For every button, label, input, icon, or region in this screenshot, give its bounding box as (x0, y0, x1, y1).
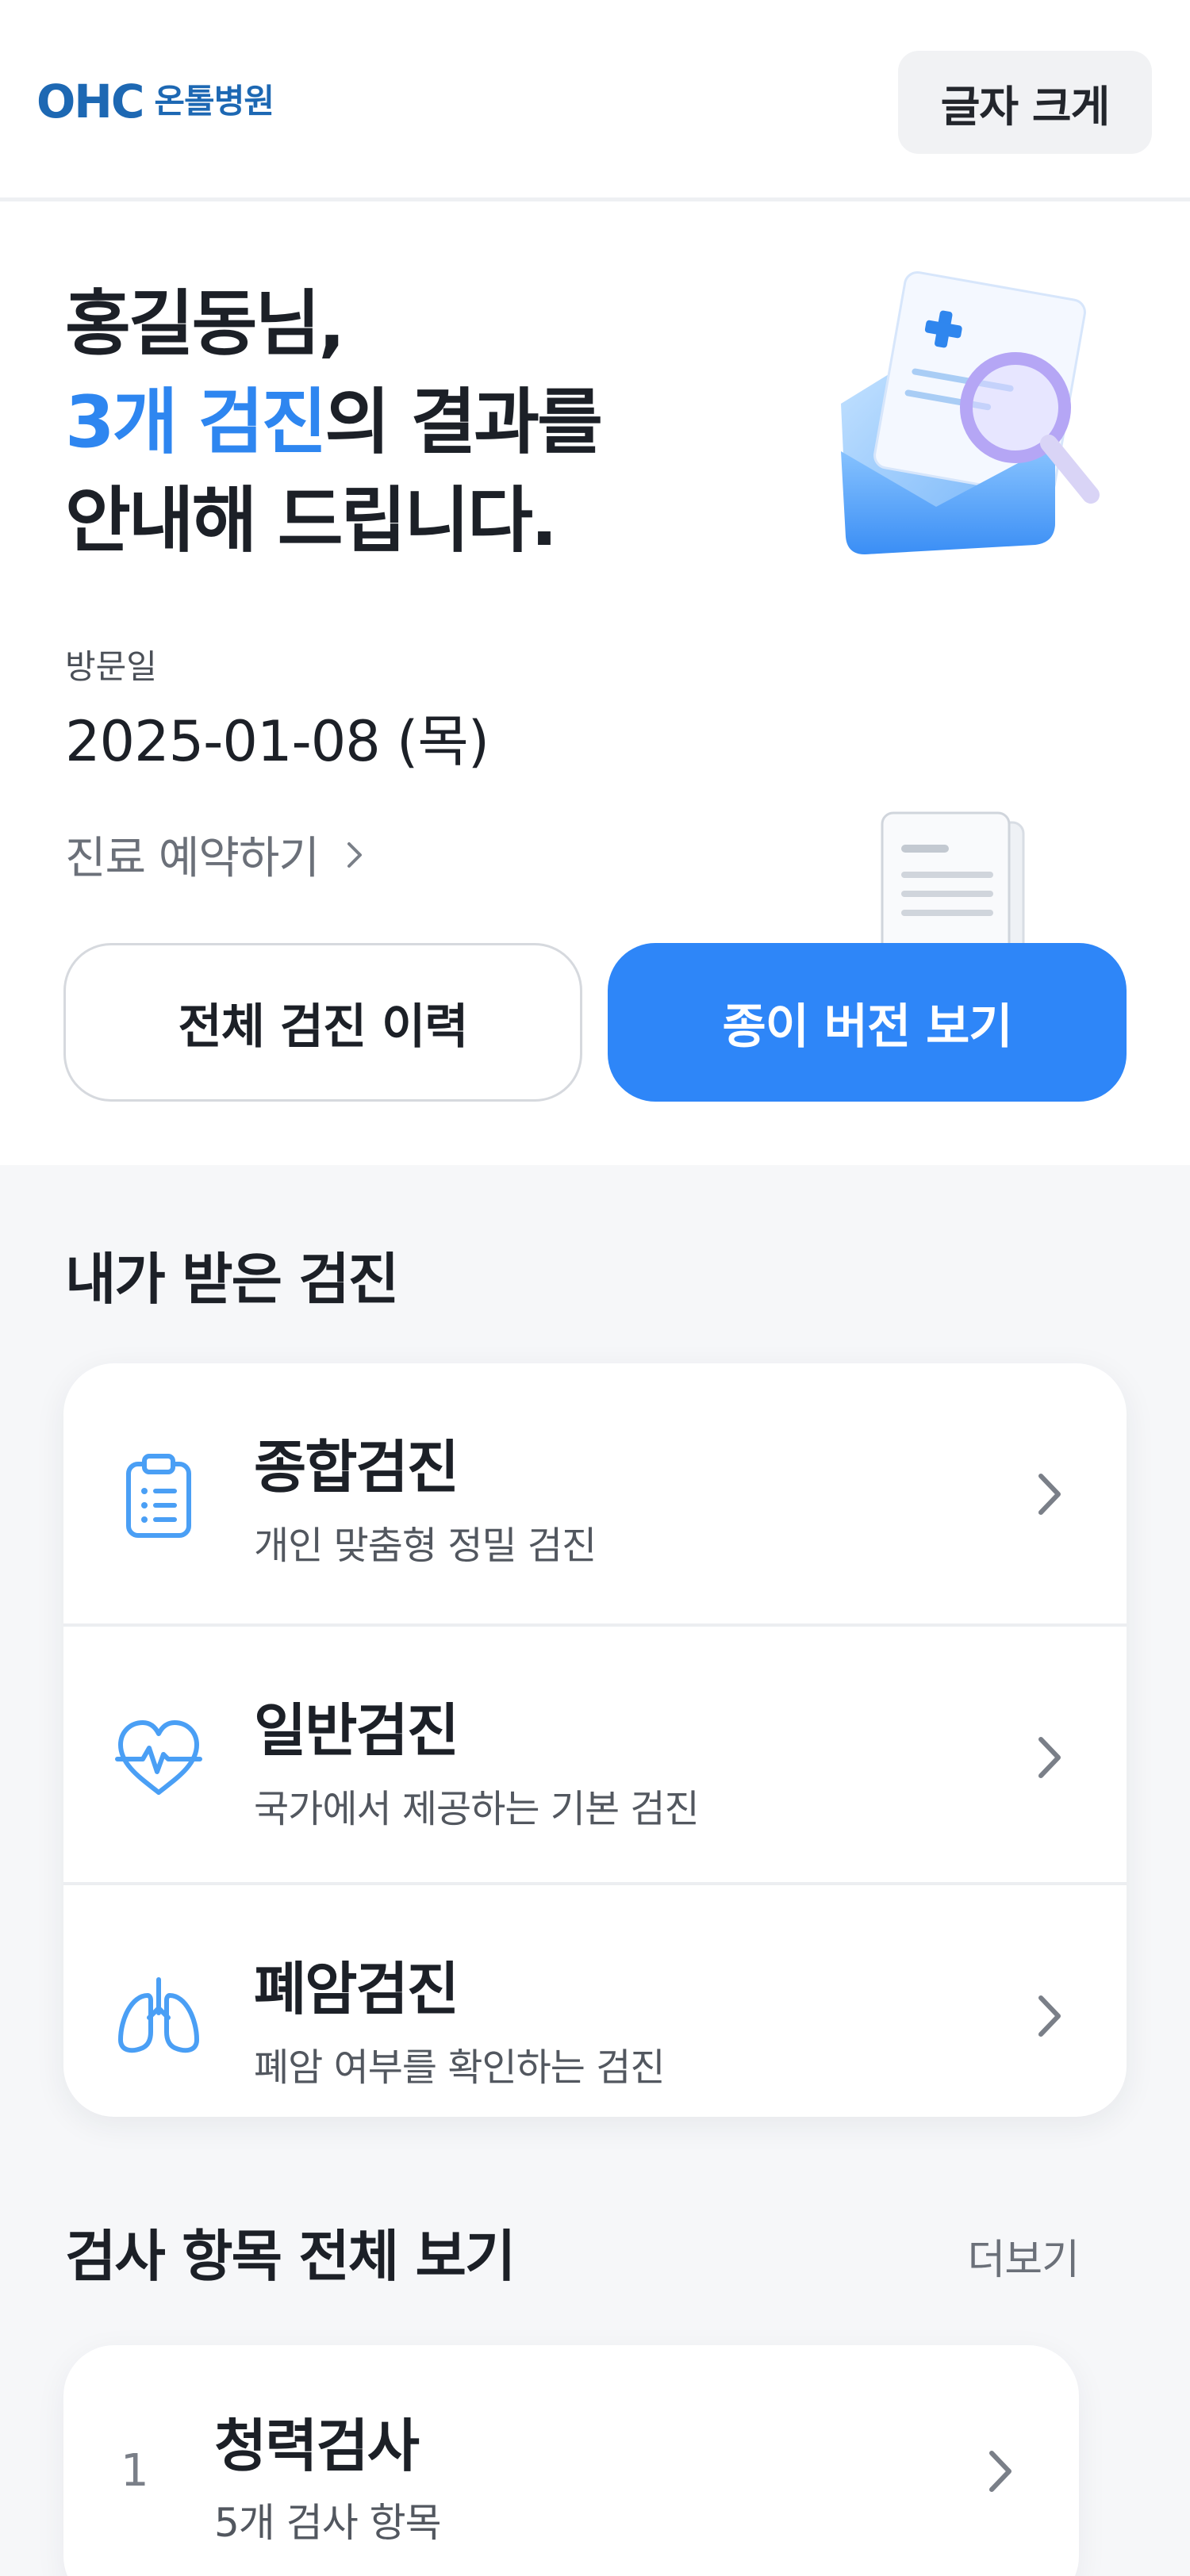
visit-date-label: 방문일 (65, 647, 157, 686)
checkup-item-lung-cancer[interactable]: 폐암검진 폐암 여부를 확인하는 검진 (63, 1882, 1127, 2117)
see-more-link[interactable]: 더보기 (967, 2226, 1080, 2286)
my-checkups-title: 내가 받은 검진 (65, 1247, 399, 1312)
chevron-right-icon (989, 2451, 1012, 2492)
greeting-headline: 홍길동님, 3개 검진의 결과를 안내해 드립니다. (65, 275, 779, 570)
chevron-right-icon (1038, 1474, 1061, 1515)
hero-section: 홍길동님, 3개 검진의 결과를 안내해 드립니다. 방문일 2025-01-0… (0, 205, 1190, 1165)
checkup-item-comprehensive[interactable]: 종합검진 개인 맞춤형 정밀 검진 (63, 1363, 1127, 1622)
checkup-title: 폐암검진 (254, 1956, 459, 2022)
logo-mark: OHC (36, 75, 144, 128)
checkup-title: 일반검진 (254, 1697, 459, 1764)
logo-name: 온톨병원 (154, 82, 274, 121)
test-item-card[interactable]: 1 청력검사 5개 검사 항목 (63, 2345, 1079, 2576)
checkup-list-card: 종합검진 개인 맞춤형 정밀 검진 일반검진 국가에서 제공하는 기본 검진 폐… (63, 1363, 1127, 2117)
test-item-title: 청력검사 (214, 2413, 420, 2479)
reservation-link-label: 진료 예약하기 (65, 833, 320, 884)
clipboard-icon (126, 1454, 191, 1538)
result-envelope-icon (841, 270, 1100, 554)
checkups-section: 내가 받은 검진 종합검진 개인 맞춤형 정밀 검진 일반검진 국가에서 제공하… (0, 1165, 1190, 2576)
test-items-title: 검사 항목 전체 보기 (65, 2224, 516, 2289)
font-size-button[interactable]: 글자 크게 (898, 51, 1152, 154)
headline-line-2-rest: 의 결과를 (324, 381, 603, 464)
checkup-subtitle: 국가에서 제공하는 기본 검진 (254, 1787, 700, 1831)
test-item-subtitle: 5개 검사 항목 (214, 2500, 442, 2546)
heartbeat-icon (115, 1720, 202, 1795)
chevron-right-icon (1038, 1737, 1061, 1778)
headline-line-2: 3개 검진의 결과를 (65, 374, 779, 472)
chevron-right-icon (1038, 1995, 1061, 2037)
hospital-logo[interactable]: OHC 온톨병원 (36, 78, 274, 125)
headline-line-1: 홍길동님, (65, 282, 345, 366)
top-header: OHC 온톨병원 글자 크게 (0, 0, 1190, 201)
paper-version-button[interactable]: 종이 버전 보기 (608, 943, 1127, 1102)
checkup-subtitle: 폐암 여부를 확인하는 검진 (254, 2045, 666, 2090)
test-item-number: 1 (121, 2445, 149, 2497)
chevron-right-icon (347, 841, 362, 868)
full-checkup-history-button[interactable]: 전체 검진 이력 (63, 943, 582, 1102)
checkup-count: 3개 검진 (65, 381, 327, 464)
lungs-icon (118, 1977, 199, 2053)
checkup-title: 종합검진 (254, 1434, 459, 1501)
visit-date: 2025-01-08 (목) (65, 709, 489, 774)
reservation-link[interactable]: 진료 예약하기 (65, 822, 370, 887)
checkup-item-general[interactable]: 일반검진 국가에서 제공하는 기본 검진 (63, 1623, 1127, 1882)
headline-line-3: 안내해 드립니다. (65, 479, 558, 562)
app-screen: OHC 온톨병원 글자 크게 홍길동님, 3개 검진의 결과를 안내해 드립니다… (0, 0, 1190, 2576)
checkup-subtitle: 개인 맞춤형 정밀 검진 (254, 1524, 597, 1568)
